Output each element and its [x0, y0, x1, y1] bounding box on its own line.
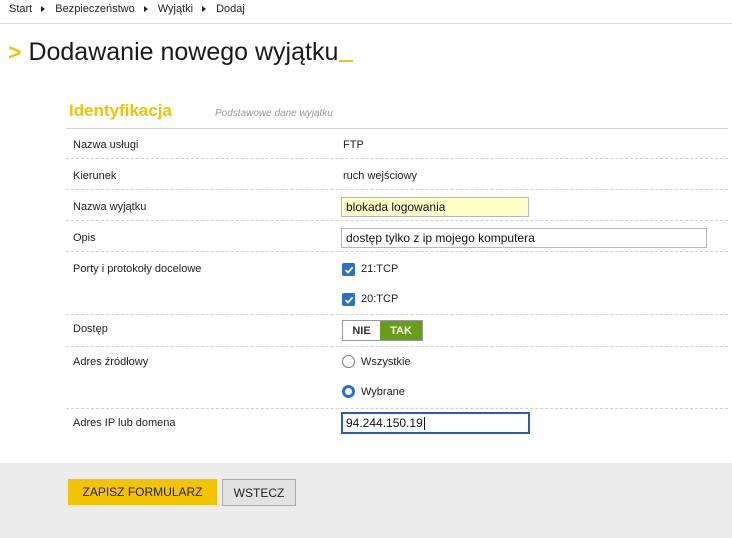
breadcrumb-start[interactable]: Start — [9, 3, 32, 15]
row-divider — [66, 158, 728, 159]
breadcrumb-separator-icon — [143, 6, 148, 12]
row-divider — [66, 314, 728, 315]
section-divider — [66, 128, 728, 129]
divider — [0, 23, 732, 24]
description-input[interactable]: dostęp tylko z ip mojego komputera — [341, 228, 707, 248]
ports-label: Porty i protokoły docelowe — [73, 263, 202, 275]
breadcrumb-security[interactable]: Bezpieczeństwo — [55, 3, 135, 15]
breadcrumb-add: Dodaj — [216, 3, 245, 15]
ip-value: 94.244.150.19 — [346, 416, 423, 430]
service-label: Nazwa usługi — [73, 139, 139, 151]
access-toggle[interactable]: NIE TAK — [342, 320, 423, 341]
page-title-text: Dodawanie nowego wyjątku — [28, 38, 339, 66]
back-button[interactable]: WSTECZ — [222, 479, 296, 506]
checkmark-icon — [344, 266, 353, 274]
direction-label: Kierunek — [73, 170, 117, 182]
ip-label: Adres IP lub domena — [73, 417, 176, 429]
row-divider — [66, 220, 728, 221]
title-cursor-icon — [339, 60, 354, 62]
port-21-label[interactable]: 21:TCP — [361, 263, 398, 275]
access-toggle-yes[interactable]: TAK — [380, 321, 422, 340]
source-all-label[interactable]: Wszystkie — [361, 356, 411, 368]
port-20-label[interactable]: 20:TCP — [361, 293, 398, 305]
row-divider — [66, 408, 728, 409]
source-label: Adres źródłowy — [73, 356, 149, 368]
section-subtitle: Podstawowe dane wyjątku — [215, 108, 333, 119]
breadcrumb-separator-icon — [202, 6, 207, 12]
row-divider — [66, 189, 728, 190]
service-value: FTP — [343, 139, 364, 151]
breadcrumb-separator-icon — [41, 6, 46, 12]
exception-name-value: blokada logowania — [346, 200, 446, 214]
breadcrumb: Start Bezpieczeństwo Wyjątki Dodaj — [9, 2, 245, 16]
row-divider — [66, 346, 728, 347]
text-caret — [423, 416, 425, 430]
source-all-radio[interactable] — [342, 355, 355, 368]
access-toggle-no[interactable]: NIE — [343, 321, 380, 340]
exception-name-input[interactable]: blokada logowania — [341, 197, 529, 217]
description-value: dostęp tylko z ip mojego komputera — [346, 231, 535, 245]
breadcrumb-exceptions[interactable]: Wyjątki — [158, 3, 193, 15]
direction-value: ruch wejściowy — [343, 170, 417, 182]
checkmark-icon — [344, 296, 353, 304]
port-20-checkbox[interactable] — [342, 293, 355, 306]
section-header: Identyfikacja Podstawowe dane wyjątku — [69, 101, 333, 121]
source-selected-radio[interactable] — [342, 385, 355, 398]
section-title: Identyfikacja — [69, 101, 172, 120]
description-label: Opis — [73, 232, 96, 244]
ip-input[interactable]: 94.244.150.19 — [341, 412, 530, 434]
name-label: Nazwa wyjątku — [73, 201, 147, 213]
title-arrow-icon: > — [8, 39, 22, 65]
page-title: > Dodawanie nowego wyjątku — [8, 38, 354, 67]
port-21-checkbox[interactable] — [342, 263, 355, 276]
row-divider — [66, 251, 728, 252]
source-selected-label[interactable]: Wybrane — [361, 386, 405, 398]
save-form-button[interactable]: ZAPISZ FORMULARZ — [68, 479, 217, 505]
access-label: Dostęp — [73, 323, 108, 335]
